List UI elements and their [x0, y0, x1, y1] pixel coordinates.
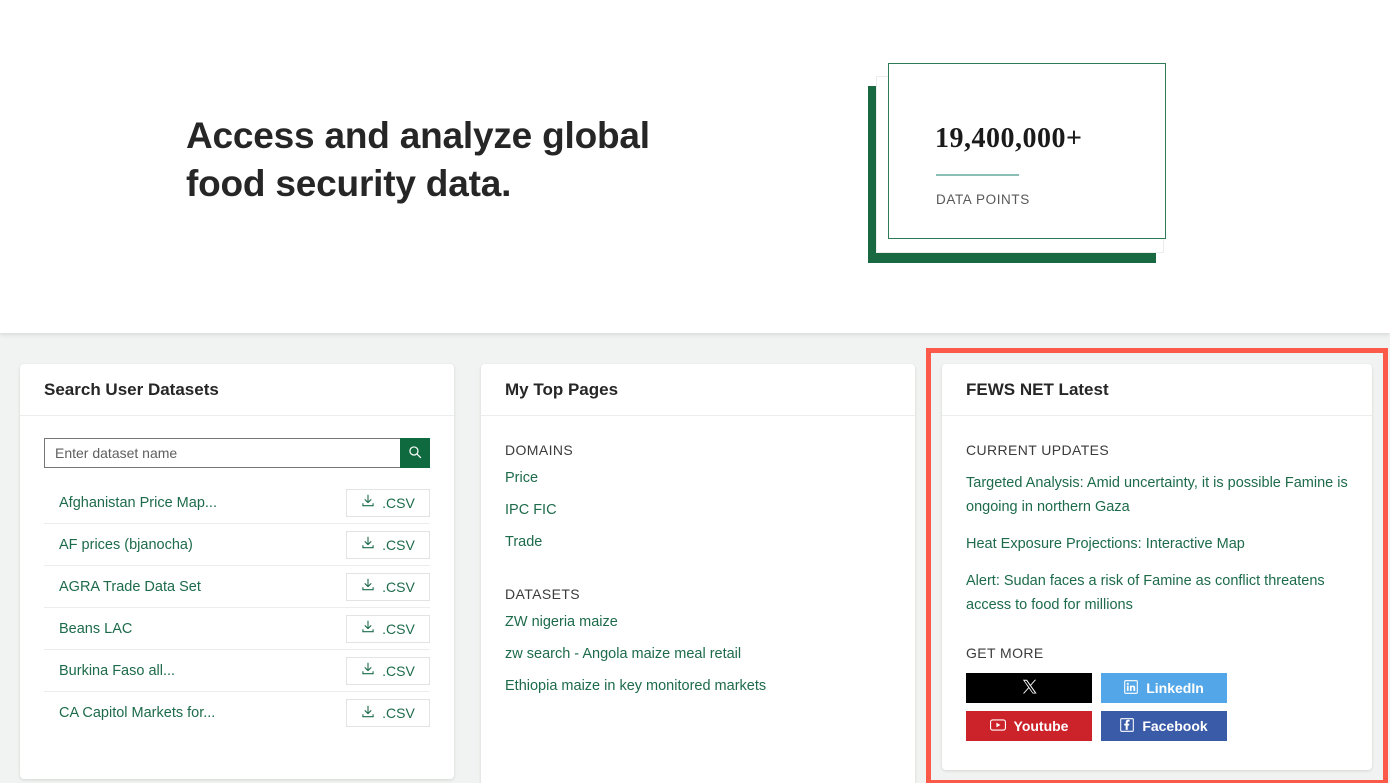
download-icon	[361, 578, 375, 595]
dataset-name-link[interactable]: CA Capitol Markets for...	[59, 705, 215, 721]
search-card-header: Search User Datasets	[20, 364, 454, 416]
dataset-name-link[interactable]: Beans LAC	[59, 621, 132, 637]
domain-link[interactable]: Trade	[505, 526, 891, 558]
dataset-list: Afghanistan Price Map....CSVAF prices (b…	[44, 482, 430, 734]
page-root: Access and analyze global food security …	[0, 0, 1390, 783]
top-pages-card-header: My Top Pages	[481, 364, 915, 416]
search-button[interactable]	[400, 438, 430, 468]
download-icon	[361, 662, 375, 679]
download-icon	[361, 705, 375, 722]
domain-link-list: PriceIPC FICTrade	[505, 462, 891, 558]
dataset-link[interactable]: Ethiopia maize in key monitored markets	[505, 670, 891, 702]
download-csv-button[interactable]: .CSV	[346, 615, 430, 643]
domain-link[interactable]: IPC FIC	[505, 494, 891, 526]
download-icon	[361, 536, 375, 553]
download-csv-button[interactable]: .CSV	[346, 699, 430, 727]
dataset-name-link[interactable]: Afghanistan Price Map...	[59, 495, 217, 511]
search-user-datasets-card: Search User Datasets Afghanistan Pr	[20, 364, 454, 779]
download-csv-button[interactable]: .CSV	[346, 573, 430, 601]
stat-card: 19,400,000+ DATA POINTS	[868, 63, 1178, 263]
dashboard-section: Search User Datasets Afghanistan Pr	[0, 333, 1390, 783]
domains-group-label: DOMAINS	[505, 442, 891, 458]
headline-line-2: food security data.	[186, 163, 511, 204]
dataset-link[interactable]: zw search - Angola maize meal retail	[505, 638, 891, 670]
hero-section: Access and analyze global food security …	[0, 0, 1390, 333]
download-csv-label: .CSV	[382, 537, 415, 553]
stat-value: 19,400,000+	[935, 123, 1082, 155]
page-title: Access and analyze global food security …	[186, 112, 806, 208]
download-csv-label: .CSV	[382, 705, 415, 721]
dataset-link[interactable]: ZW nigeria maize	[505, 606, 891, 638]
download-csv-button[interactable]: .CSV	[346, 657, 430, 685]
download-csv-label: .CSV	[382, 663, 415, 679]
top-pages-card-body: DOMAINS PriceIPC FICTrade DATASETS ZW ni…	[481, 442, 915, 702]
search-row	[44, 438, 430, 468]
download-icon	[361, 494, 375, 511]
search-input[interactable]	[44, 438, 400, 468]
my-top-pages-card: My Top Pages DOMAINS PriceIPC FICTrade D…	[481, 364, 915, 783]
dataset-row: AF prices (bjanocha) .CSV	[44, 524, 430, 566]
stat-divider	[936, 174, 1019, 176]
download-csv-button[interactable]: .CSV	[346, 531, 430, 559]
download-csv-button[interactable]: .CSV	[346, 489, 430, 517]
dataset-name-link[interactable]: AGRA Trade Data Set	[59, 579, 201, 595]
search-card-title: Search User Datasets	[44, 380, 219, 400]
fews-highlight-frame	[926, 348, 1388, 783]
dataset-row: Afghanistan Price Map... .CSV	[44, 482, 430, 524]
dataset-name-link[interactable]: AF prices (bjanocha)	[59, 537, 193, 553]
download-icon	[361, 620, 375, 637]
datasets-group-label: DATASETS	[505, 586, 891, 602]
search-icon	[408, 445, 422, 462]
headline-line-1: Access and analyze global	[186, 115, 650, 156]
download-csv-label: .CSV	[382, 579, 415, 595]
download-csv-label: .CSV	[382, 621, 415, 637]
download-csv-label: .CSV	[382, 495, 415, 511]
dataset-row: Burkina Faso all... .CSV	[44, 650, 430, 692]
dataset-link-list: ZW nigeria maizezw search - Angola maize…	[505, 606, 891, 702]
stat-card-outline-panel: 19,400,000+ DATA POINTS	[888, 63, 1166, 239]
top-pages-card-title: My Top Pages	[505, 380, 618, 400]
search-card-body: Afghanistan Price Map....CSVAF prices (b…	[20, 438, 454, 734]
domain-link[interactable]: Price	[505, 462, 891, 494]
dataset-name-link[interactable]: Burkina Faso all...	[59, 663, 175, 679]
stat-label: DATA POINTS	[936, 192, 1030, 207]
dataset-row: AGRA Trade Data Set .CSV	[44, 566, 430, 608]
dataset-row: Beans LAC .CSV	[44, 608, 430, 650]
dataset-row: CA Capitol Markets for... .CSV	[44, 692, 430, 734]
